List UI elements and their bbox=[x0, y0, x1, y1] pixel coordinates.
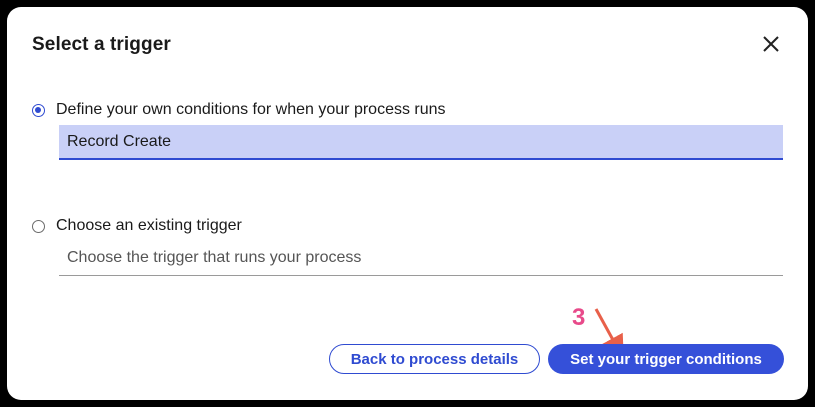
back-to-process-details-button[interactable]: Back to process details bbox=[329, 344, 540, 374]
close-icon bbox=[763, 36, 779, 52]
option-define-conditions[interactable]: Define your own conditions for when your… bbox=[32, 101, 446, 119]
record-create-field[interactable]: Record Create bbox=[59, 125, 783, 160]
annotation-step-number: 3 bbox=[572, 304, 586, 331]
select-trigger-dialog: Select a trigger Define your own conditi… bbox=[7, 7, 808, 400]
existing-trigger-placeholder: Choose the trigger that runs your proces… bbox=[67, 249, 362, 266]
radio-define-conditions[interactable] bbox=[32, 103, 45, 117]
option-existing-trigger-label: Choose an existing trigger bbox=[56, 217, 242, 234]
set-trigger-conditions-button[interactable]: Set your trigger conditions bbox=[548, 344, 784, 374]
option-existing-trigger[interactable]: Choose an existing trigger bbox=[32, 217, 242, 235]
option-define-conditions-label: Define your own conditions for when your… bbox=[56, 101, 446, 118]
dialog-title: Select a trigger bbox=[32, 34, 171, 55]
record-create-value: Record Create bbox=[67, 132, 172, 150]
radio-existing-trigger[interactable] bbox=[32, 219, 45, 233]
existing-trigger-field[interactable]: Choose the trigger that runs your proces… bbox=[59, 241, 783, 276]
close-button[interactable] bbox=[760, 33, 782, 55]
